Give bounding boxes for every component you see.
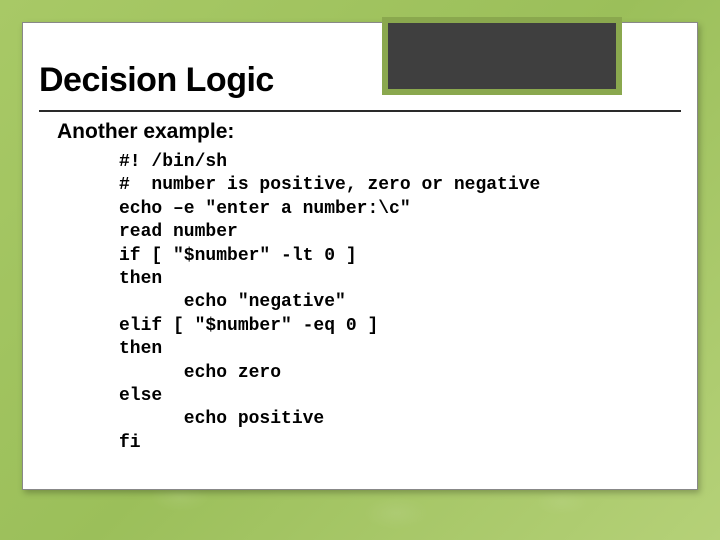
slide-card: Decision Logic Another example: #! /bin/… — [22, 22, 698, 490]
code-block: #! /bin/sh # number is positive, zero or… — [119, 151, 540, 455]
slide-subtitle: Another example: — [57, 120, 234, 144]
slide-title: Decision Logic — [39, 61, 274, 100]
title-divider — [39, 110, 681, 112]
accent-box — [382, 17, 622, 95]
